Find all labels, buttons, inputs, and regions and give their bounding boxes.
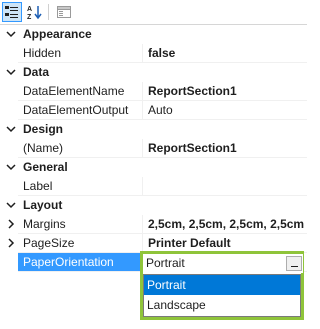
chevron-down-icon[interactable] bbox=[6, 67, 16, 77]
toolbar: A Z bbox=[0, 0, 307, 25]
chevron-down-icon[interactable] bbox=[6, 124, 16, 134]
property-name: PaperOrientation bbox=[18, 253, 143, 272]
combobox-value: Portrait bbox=[146, 256, 185, 270]
chevron-down-icon[interactable] bbox=[6, 162, 16, 172]
property-row-margins[interactable]: Margins 2,5cm, 2,5cm, 2,5cm, 2,5cm bbox=[0, 215, 307, 234]
property-name: Margins bbox=[18, 215, 143, 234]
categorized-icon[interactable] bbox=[2, 2, 22, 22]
property-name: Hidden bbox=[18, 44, 143, 63]
chevron-down-icon[interactable] bbox=[6, 29, 16, 39]
chevron-down-icon[interactable] bbox=[6, 200, 16, 210]
dropdown-button[interactable] bbox=[286, 256, 302, 271]
toolbar-separator bbox=[48, 4, 49, 20]
property-name: PageSize bbox=[18, 234, 143, 253]
property-value[interactable]: 2,5cm, 2,5cm, 2,5cm, 2,5cm bbox=[143, 215, 307, 234]
property-value[interactable]: ReportSection1 bbox=[143, 139, 307, 158]
property-row-label[interactable]: Label bbox=[0, 177, 307, 196]
category-layout[interactable]: Layout bbox=[0, 196, 307, 215]
category-general[interactable]: General bbox=[0, 158, 307, 177]
property-name: (Name) bbox=[18, 139, 143, 158]
property-name: DataElementOutput bbox=[18, 101, 143, 120]
svg-text:A: A bbox=[27, 6, 32, 13]
property-value[interactable] bbox=[143, 177, 307, 196]
category-title: Layout bbox=[23, 198, 63, 212]
paper-orientation-combobox[interactable]: Portrait bbox=[143, 254, 303, 273]
svg-text:Z: Z bbox=[27, 14, 32, 20]
property-row-name[interactable]: (Name) ReportSection1 bbox=[0, 139, 307, 158]
dropdown-option-portrait[interactable]: Portrait bbox=[144, 275, 300, 295]
property-pages-icon[interactable] bbox=[54, 2, 74, 22]
category-title: Data bbox=[23, 65, 50, 79]
sort-alphabetical-icon[interactable]: A Z bbox=[25, 2, 45, 22]
property-value[interactable]: Auto bbox=[143, 101, 307, 120]
category-title: Appearance bbox=[23, 27, 92, 41]
category-design[interactable]: Design bbox=[0, 120, 307, 139]
property-grid: Appearance Hidden false Data DataElement… bbox=[0, 25, 307, 272]
property-row-dataelementname[interactable]: DataElementName ReportSection1 bbox=[0, 82, 307, 101]
dropdown-option-landscape[interactable]: Landscape bbox=[144, 295, 300, 315]
property-row-dataelementoutput[interactable]: DataElementOutput Auto bbox=[0, 101, 307, 120]
property-name: Label bbox=[18, 177, 143, 196]
category-title: General bbox=[23, 160, 68, 174]
dropdown-list: Portrait Landscape bbox=[143, 274, 301, 317]
category-data[interactable]: Data bbox=[0, 63, 307, 82]
category-title: Design bbox=[23, 122, 64, 136]
property-name: DataElementName bbox=[18, 82, 143, 101]
property-value[interactable]: false bbox=[143, 44, 307, 63]
chevron-right-icon[interactable] bbox=[6, 219, 16, 229]
property-value[interactable]: ReportSection1 bbox=[143, 82, 307, 101]
property-row-hidden[interactable]: Hidden false bbox=[0, 44, 307, 63]
chevron-right-icon[interactable] bbox=[6, 238, 16, 248]
dropdown-dash-icon bbox=[290, 266, 298, 267]
category-appearance[interactable]: Appearance bbox=[0, 25, 307, 44]
